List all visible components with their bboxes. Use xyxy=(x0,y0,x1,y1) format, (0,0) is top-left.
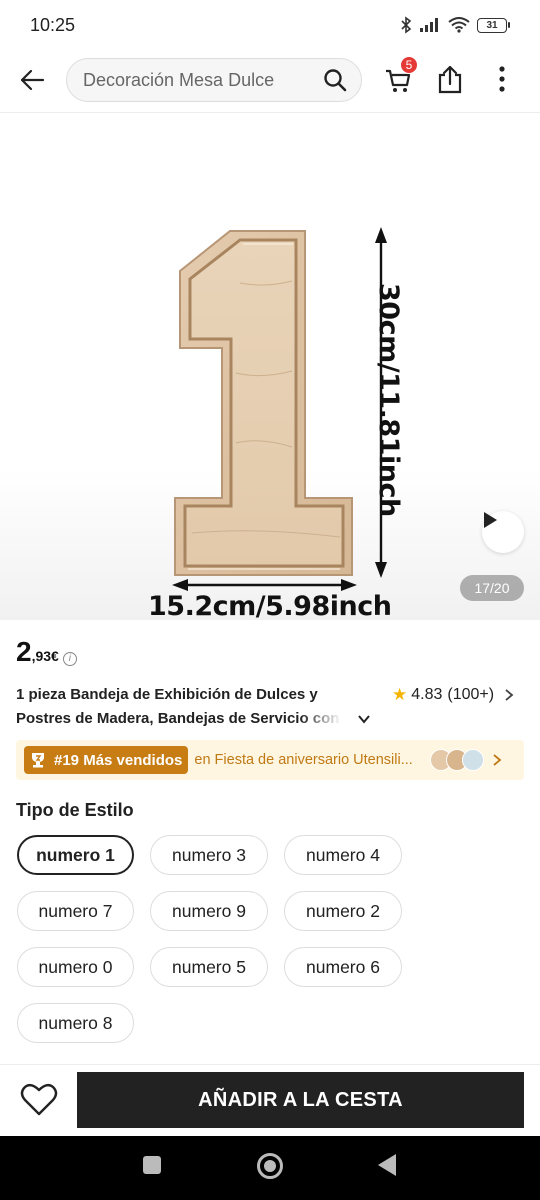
search-query: Decoración Mesa Dulce xyxy=(83,69,275,90)
status-time: 10:25 xyxy=(30,14,76,35)
more-options-button[interactable] xyxy=(490,64,514,96)
bestseller-badge: #19 Más vendidos xyxy=(24,746,189,774)
product-title-line1: 1 pieza Bandeja de Exhibición de Dulces … xyxy=(16,686,318,703)
chevron-right-icon xyxy=(505,689,514,701)
style-option-numero-2[interactable]: numero 2 xyxy=(284,891,402,931)
title-fade xyxy=(300,708,352,730)
play-icon xyxy=(484,512,497,528)
style-option-numero-3[interactable]: numero 3 xyxy=(150,835,268,875)
star-icon: ★ xyxy=(392,685,408,704)
trophy-icon xyxy=(32,753,44,768)
price-integer: 2 xyxy=(16,636,32,667)
cart-button[interactable]: 5 xyxy=(384,56,418,98)
rating-summary[interactable]: ★ 4.83 (100+) xyxy=(392,685,514,705)
search-input[interactable]: Decoración Mesa Dulce xyxy=(66,58,362,102)
top-app-bar: Decoración Mesa Dulce 5 xyxy=(0,52,540,110)
dimension-width-label: 15.2cm/5.98inch xyxy=(148,591,392,620)
style-option-numero-5[interactable]: numero 5 xyxy=(150,947,268,987)
style-option-numero-4[interactable]: numero 4 xyxy=(284,835,402,875)
bestseller-rank: #19 Más vendidos xyxy=(54,751,183,769)
style-option-numero-8[interactable]: numero 8 xyxy=(17,1003,134,1043)
thumbnail-image xyxy=(462,749,485,771)
chevron-right-icon xyxy=(493,754,502,766)
bestseller-banner[interactable]: #19 Más vendidos en Fiesta de aniversari… xyxy=(16,740,524,780)
bestseller-category: en Fiesta de aniversario Utensili... xyxy=(194,752,413,768)
wifi-icon xyxy=(448,17,470,33)
add-to-cart-button[interactable]: AÑADIR A LA CESTA xyxy=(77,1072,524,1128)
category-thumbnails xyxy=(430,749,485,771)
wishlist-button[interactable] xyxy=(20,1083,58,1119)
style-option-numero-0[interactable]: numero 0 xyxy=(17,947,134,987)
back-button[interactable] xyxy=(18,66,46,94)
style-option-numero-6[interactable]: numero 6 xyxy=(284,947,402,987)
play-video-button[interactable] xyxy=(482,511,524,553)
cart-count-badge: 5 xyxy=(400,56,418,74)
status-bar: 10:25 31 xyxy=(0,0,540,50)
system-navigation-bar xyxy=(0,1136,540,1200)
signal-icon xyxy=(420,18,438,32)
status-icons: 31 xyxy=(400,16,510,34)
rating-count: (100+) xyxy=(447,686,495,703)
style-option-numero-9[interactable]: numero 9 xyxy=(150,891,268,931)
arrow-left-icon xyxy=(20,69,45,91)
share-icon xyxy=(438,65,462,94)
image-counter: 17/20 xyxy=(460,575,524,601)
battery-icon: 31 xyxy=(477,17,510,33)
style-section-title: Tipo de Estilo xyxy=(16,800,134,820)
bluetooth-icon xyxy=(401,16,412,34)
share-button[interactable] xyxy=(436,64,466,96)
battery-level: 31 xyxy=(477,17,507,33)
price-decimal: ,93€ xyxy=(31,648,59,664)
info-icon[interactable]: i xyxy=(62,651,77,666)
product-photo-number-one-tray xyxy=(172,227,387,591)
more-vertical-icon xyxy=(499,66,505,92)
rating-value: 4.83 xyxy=(411,686,443,703)
home-button[interactable] xyxy=(257,1153,283,1179)
style-option-numero-1[interactable]: numero 1 xyxy=(17,835,134,875)
product-image-carousel[interactable]: 30cm/11.81inch 15.2cm/5.98inch 17/20 xyxy=(0,113,540,620)
recent-apps-button[interactable] xyxy=(143,1156,161,1174)
heart-icon xyxy=(20,1083,58,1116)
search-icon[interactable] xyxy=(323,68,347,92)
system-back-button[interactable] xyxy=(378,1154,396,1176)
dimension-height-label: 30cm/11.81inch xyxy=(373,283,404,517)
style-option-numero-7[interactable]: numero 7 xyxy=(17,891,134,931)
chevron-down-icon[interactable] xyxy=(356,711,372,727)
bottom-action-bar: AÑADIR A LA CESTA xyxy=(0,1064,540,1136)
home-dot xyxy=(264,1160,276,1172)
price: 2 ,93€ i xyxy=(16,636,77,668)
